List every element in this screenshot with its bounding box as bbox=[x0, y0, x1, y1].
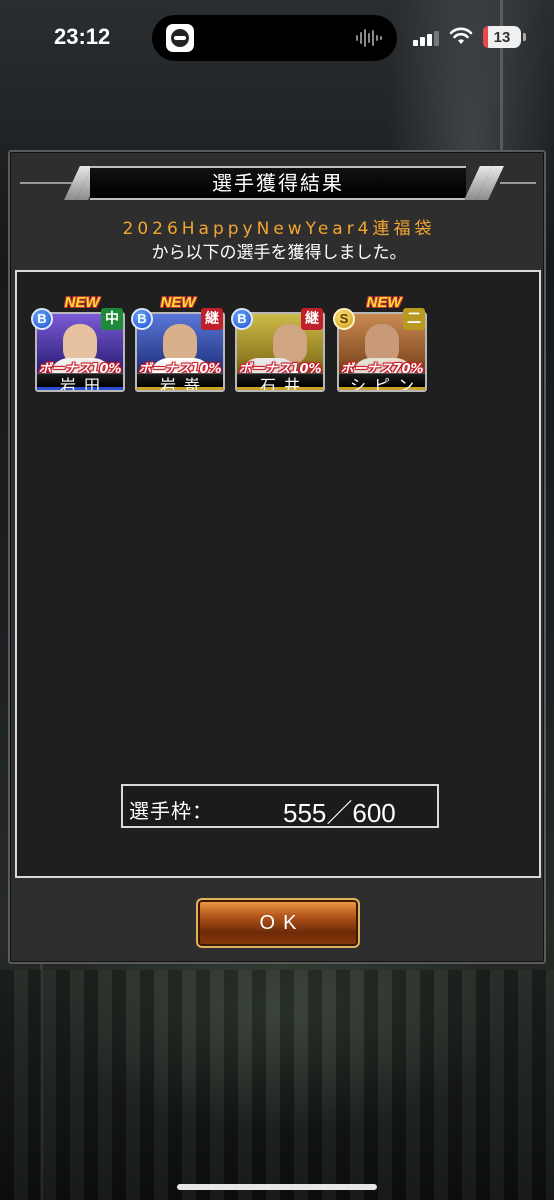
player-card[interactable]: ボーナス10% 岩嵜 NEW B 継 bbox=[131, 294, 225, 404]
position-badge: 中 bbox=[101, 308, 123, 330]
audio-waveform-icon bbox=[356, 27, 382, 49]
status-time: 23:12 bbox=[54, 24, 111, 49]
rank-badge: B bbox=[231, 308, 253, 330]
player-card[interactable]: ボーナス70% シピン NEW S 二 bbox=[333, 294, 427, 404]
result-message: から以下の選手を獲得しました。 bbox=[151, 243, 407, 263]
battery-nub bbox=[523, 33, 526, 41]
dynamic-island[interactable] bbox=[152, 15, 397, 61]
field-background bbox=[0, 970, 554, 1200]
status-bar: 23:12 13 bbox=[0, 0, 554, 80]
new-label: NEW bbox=[160, 294, 196, 311]
position-badge: 継 bbox=[301, 308, 323, 330]
new-label: NEW bbox=[366, 294, 402, 311]
position-badge: 二 bbox=[403, 308, 425, 330]
battery-icon: 13 bbox=[483, 26, 521, 48]
player-name: 岩田 bbox=[59, 376, 108, 392]
wifi-icon bbox=[449, 27, 473, 44]
dialog-title-bar: 選手獲得結果 bbox=[20, 166, 536, 200]
player-name: 石井 bbox=[259, 376, 308, 392]
rank-badge: S bbox=[333, 308, 355, 330]
player-name: シピン bbox=[349, 376, 422, 392]
player-slots-label: 選手枠： bbox=[129, 799, 213, 823]
player-list-panel: ボーナス10% 岩田 NEW B 中 ボーナス10% 岩嵜 NEW B 継 ボー… bbox=[15, 270, 541, 878]
new-label: NEW bbox=[64, 294, 100, 311]
battery-percentage: 13 bbox=[493, 28, 511, 46]
rank-badge: B bbox=[31, 308, 53, 330]
home-indicator[interactable] bbox=[177, 1184, 377, 1190]
cellular-signal-icon bbox=[413, 30, 439, 46]
acquisition-result-dialog: 選手獲得結果 2026HappyNewYear4連福袋 から以下の選手を獲得しま… bbox=[8, 150, 546, 964]
gacha-name: 2026HappyNewYear4連福袋 bbox=[122, 219, 436, 239]
battery-level-fill bbox=[483, 26, 488, 48]
player-slots-box: 選手枠： 555／600 bbox=[121, 784, 439, 828]
player-card[interactable]: ボーナス10% 岩田 NEW B 中 bbox=[31, 294, 125, 404]
ok-button[interactable]: OK bbox=[196, 898, 360, 948]
position-badge: 継 bbox=[201, 308, 223, 330]
player-cards: ボーナス10% 岩田 NEW B 中 ボーナス10% 岩嵜 NEW B 継 ボー… bbox=[31, 294, 441, 404]
app-avatar-icon bbox=[166, 24, 194, 52]
player-name: 岩嵜 bbox=[159, 376, 208, 392]
rank-badge: B bbox=[131, 308, 153, 330]
player-slots-value: 555／600 bbox=[283, 798, 396, 828]
dialog-title: 選手獲得結果 bbox=[212, 171, 344, 195]
player-card[interactable]: ボーナス10% 石井 B 継 bbox=[231, 294, 325, 404]
